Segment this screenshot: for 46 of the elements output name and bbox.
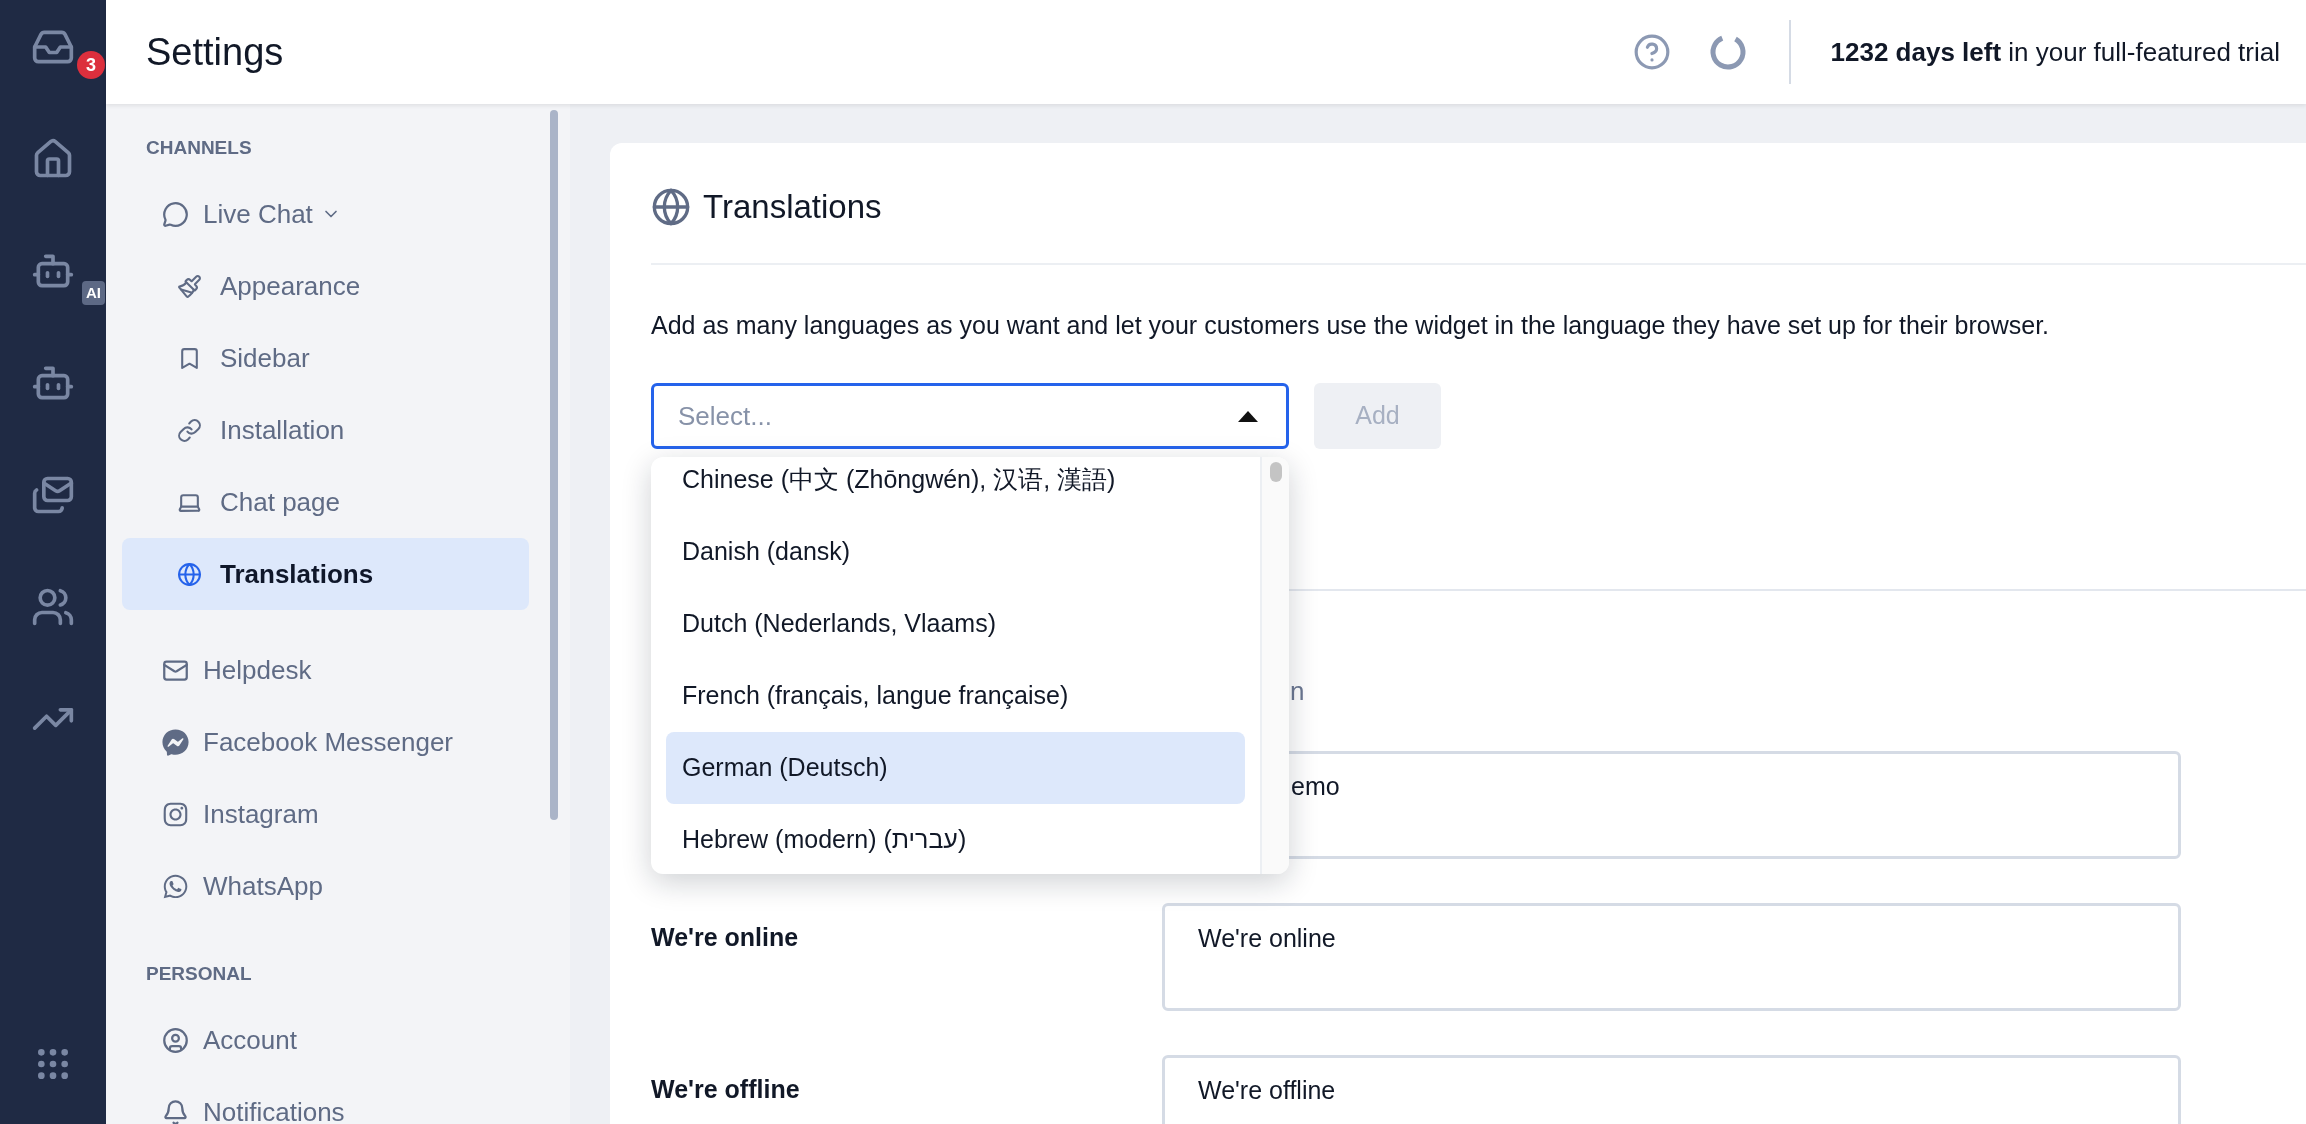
scrollbar[interactable] [550, 110, 558, 820]
link-icon [177, 417, 202, 443]
trial-notice: 1232 days left in your full-featured trial [1830, 35, 2280, 69]
field-label: We're online [651, 923, 799, 951]
notification-badge: 3 [77, 51, 105, 79]
page-title: Settings [146, 29, 284, 75]
language-option[interactable]: German (Deutsch) [666, 732, 1245, 804]
sidebar-item[interactable]: Appearance [122, 250, 529, 322]
section-heading: CHANNELS [145, 135, 253, 160]
card-title: Translations [703, 187, 882, 228]
message-field[interactable]: We're online [1162, 903, 2181, 1011]
instagram-icon [162, 800, 189, 828]
globe-icon [177, 561, 202, 587]
sidebar-item[interactable]: Installation [122, 394, 529, 466]
sidebar-item[interactable]: Helpdesk [122, 634, 529, 706]
sidebar-item[interactable]: Notifications [122, 1076, 529, 1124]
whatsapp-icon [162, 872, 189, 900]
section-heading: PERSONAL [145, 961, 253, 986]
caret-icon [1238, 410, 1258, 422]
sidebar-item[interactable]: Live Chat [122, 178, 529, 250]
language-option[interactable]: French (français, langue française) [666, 660, 1245, 732]
ai-tag: AI [82, 281, 105, 305]
description: Add as many languages as you want and let your customers use the widget in the language they have set up for their browser. [651, 310, 2051, 341]
account-icon [162, 1026, 189, 1054]
sidebar-item[interactable]: Chat page [122, 466, 529, 538]
bell-icon [162, 1098, 189, 1124]
scrollbar[interactable] [1269, 462, 1282, 482]
language-select[interactable]: Select... [651, 383, 1289, 449]
globe-icon [651, 187, 691, 227]
message-field[interactable]: We're offline [1162, 1055, 2181, 1124]
sidebar-item[interactable]: Account [122, 1004, 529, 1076]
sidebar-item[interactable]: Instagram [122, 778, 529, 850]
field-label: We're offline [651, 1075, 800, 1103]
section-label: n [1290, 674, 1305, 708]
sidebar-item[interactable]: WhatsApp [122, 850, 529, 922]
language-option[interactable]: Chinese (中文 (Zhōngwén), 汉语, 漢語) [666, 457, 1245, 516]
brush-icon [177, 273, 202, 299]
sidebar-item[interactable]: Facebook Messenger [122, 706, 529, 778]
messenger-icon [162, 728, 189, 756]
language-option[interactable]: Dutch (Nederlands, Vlaams) [666, 588, 1245, 660]
sidebar-item[interactable]: Sidebar [122, 322, 529, 394]
help-icon[interactable] [1632, 33, 1671, 71]
sidebar-item[interactable]: Translations [122, 538, 529, 610]
language-option[interactable]: Danish (dansk) [666, 516, 1245, 588]
progress-ring-icon[interactable] [1708, 33, 1747, 71]
chat-bubble-icon [162, 200, 189, 228]
